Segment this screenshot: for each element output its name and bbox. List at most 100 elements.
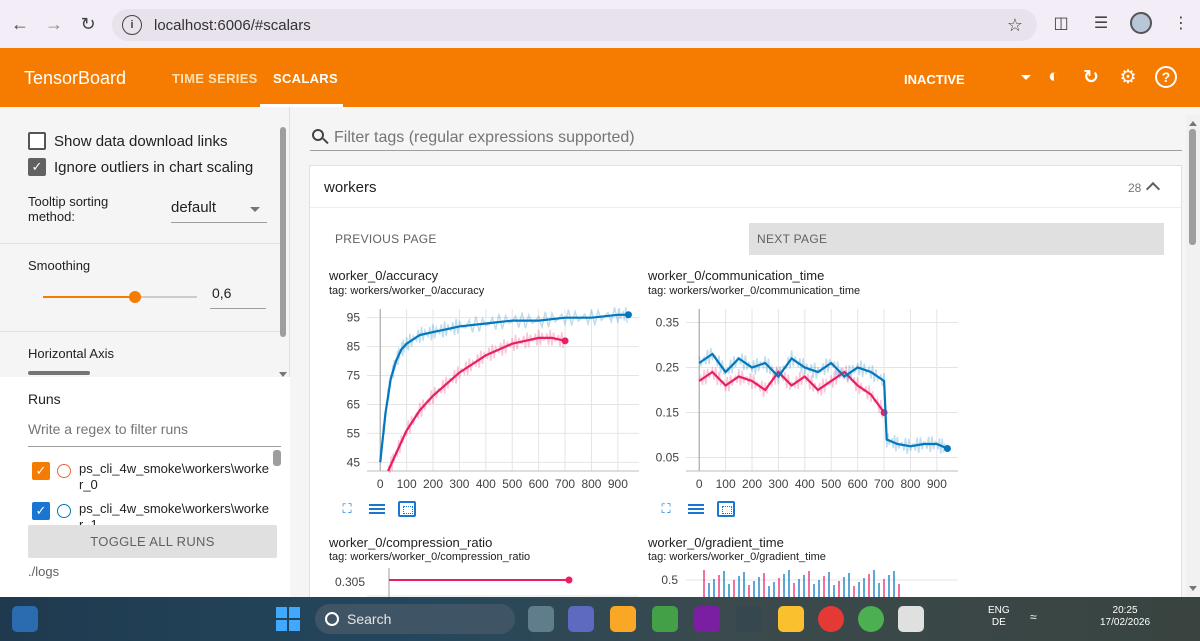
- tag-filter-placeholder[interactable]: Filter tags (regular expressions support…: [334, 129, 635, 147]
- logdir-label: ./logs: [28, 564, 60, 579]
- fit-domain-icon[interactable]: [398, 501, 416, 517]
- extensions-icon[interactable]: ◫: [1050, 12, 1072, 34]
- tooltip-sorting-value[interactable]: default: [171, 199, 216, 216]
- address-bar[interactable]: i localhost:6006/#scalars ☆: [112, 9, 1037, 41]
- taskbar-search[interactable]: Search: [315, 604, 515, 634]
- tooltip-sorting-select[interactable]: default: [171, 199, 267, 223]
- windows-start-icon[interactable]: [276, 607, 300, 631]
- tag-group-card: workers 28 PREVIOUS PAGE NEXT PAGE worke…: [309, 165, 1182, 608]
- show-download-links-row[interactable]: Show data download links: [28, 132, 227, 150]
- communication-time-chart[interactable]: 0 100 200 300 400 500 600 700 800 900 0.35 0.25 0.15…: [648, 301, 968, 501]
- sticky-notes-icon[interactable]: [778, 606, 804, 632]
- scrollbar-thumb[interactable]: [280, 127, 286, 337]
- x-tick-label: 400: [795, 477, 815, 491]
- runs-filter-placeholder[interactable]: Write a regex to filter runs: [28, 421, 188, 437]
- sidebar-scrollbar[interactable]: [279, 117, 287, 377]
- refresh-icon[interactable]: ↻: [1080, 66, 1102, 88]
- runs-scrollbar-thumb[interactable]: [273, 450, 281, 466]
- accuracy-chart[interactable]: 0 100 200 300 400 500 600 700 800 900 45 55 65 75 85 95: [329, 301, 649, 501]
- clock[interactable]: 20:25 17/02/2026: [1100, 605, 1150, 629]
- language-indicator[interactable]: ENG DE: [988, 605, 1010, 629]
- ignore-outliers-checkbox[interactable]: ✓: [28, 158, 46, 176]
- main-scrollbar[interactable]: [1186, 115, 1200, 597]
- media-controls-icon[interactable]: ☰: [1090, 12, 1112, 34]
- snipping-tool-icon[interactable]: [898, 606, 924, 632]
- smoothing-slider-thumb[interactable]: [129, 291, 142, 303]
- profile-avatar[interactable]: [1130, 12, 1152, 34]
- theme-toggle-icon[interactable]: ◐: [1043, 66, 1065, 88]
- site-info-icon[interactable]: i: [122, 15, 142, 35]
- smoothing-slider[interactable]: [43, 291, 197, 303]
- music-icon[interactable]: [818, 606, 844, 632]
- x-tick-label: 400: [476, 477, 496, 491]
- run-checkbox[interactable]: ✓: [32, 502, 50, 520]
- menu-dots-icon[interactable]: ⋮: [1170, 12, 1192, 34]
- ignore-outliers-label[interactable]: Ignore outliers in chart scaling: [54, 159, 253, 176]
- x-tick-label: 900: [608, 477, 628, 491]
- y-tick-label: 75: [347, 369, 361, 383]
- brave-icon[interactable]: [694, 606, 720, 632]
- chart-toolbar: ⛶: [657, 501, 735, 517]
- tab-scalars[interactable]: SCALARS: [273, 71, 338, 86]
- toggle-log-scale-icon[interactable]: [368, 501, 386, 517]
- task-view-icon[interactable]: [528, 606, 554, 632]
- horizontal-axis-toggle[interactable]: [28, 371, 90, 375]
- scroll-down-icon[interactable]: [1189, 586, 1197, 591]
- x-tick-label: 800: [900, 477, 920, 491]
- help-icon[interactable]: ?: [1155, 66, 1177, 88]
- smoothing-input[interactable]: 0,6: [210, 285, 266, 309]
- forward-arrow-icon[interactable]: →: [40, 10, 68, 38]
- tag-group-header[interactable]: workers 28: [310, 166, 1181, 208]
- file-explorer-icon[interactable]: [610, 606, 636, 632]
- x-tick-label: 300: [768, 477, 788, 491]
- wifi-icon[interactable]: ≈: [1030, 611, 1037, 623]
- tab-time-series[interactable]: TIME SERIES: [172, 71, 258, 86]
- reload-icon[interactable]: ↻: [74, 10, 102, 38]
- series-raw-line: [379, 307, 628, 461]
- meet-icon[interactable]: [568, 606, 594, 632]
- chrome-icon[interactable]: [858, 606, 884, 632]
- widgets-icon[interactable]: [12, 606, 38, 632]
- tag-group-count: 28: [1128, 181, 1142, 195]
- runs-filter-input[interactable]: Write a regex to filter runs: [28, 421, 281, 447]
- run-item-worker-0[interactable]: ✓ ps_cli_4w_smoke\workers\worker_0: [32, 461, 282, 498]
- fullscreen-icon[interactable]: ⛶: [338, 501, 356, 517]
- ignore-outliers-row[interactable]: ✓ Ignore outliers in chart scaling: [28, 158, 253, 176]
- store-icon[interactable]: [652, 606, 678, 632]
- y-tick-label: 0.35: [656, 316, 680, 330]
- plugin-select[interactable]: INACTIVE: [904, 72, 965, 87]
- scroll-up-icon[interactable]: [1189, 121, 1197, 126]
- chevron-down-icon[interactable]: [250, 207, 260, 212]
- chart-title: worker_0/accuracy: [329, 268, 439, 283]
- next-page-button[interactable]: NEXT PAGE: [749, 223, 1164, 255]
- show-download-links-checkbox[interactable]: [28, 132, 46, 150]
- url-text[interactable]: localhost:6006/#scalars: [154, 17, 311, 34]
- run-name: ps_cli_4w_smoke\workers\worker_0: [79, 461, 270, 492]
- app-a-icon[interactable]: [736, 606, 762, 632]
- settings-gear-icon[interactable]: ⚙: [1117, 66, 1139, 88]
- back-arrow-icon[interactable]: ←: [6, 10, 34, 38]
- scrollbar-thumb[interactable]: [1189, 129, 1196, 245]
- toggle-log-scale-icon[interactable]: [687, 501, 705, 517]
- toggle-all-runs-button[interactable]: TOGGLE ALL RUNS: [28, 525, 277, 558]
- series-end-point: [561, 337, 569, 345]
- browser-toolbar: ← → ↻ i localhost:6006/#scalars ☆ ◫ ☰ ⋮: [0, 0, 1200, 48]
- fit-domain-icon[interactable]: [717, 501, 735, 517]
- x-tick-label: 700: [555, 477, 575, 491]
- run-color-circle[interactable]: [57, 504, 71, 518]
- taskbar-search-label[interactable]: Search: [347, 611, 391, 627]
- chart-tag: tag: workers/worker_0/compression_ratio: [329, 551, 531, 563]
- chevron-up-icon[interactable]: [1145, 181, 1161, 197]
- fullscreen-icon[interactable]: ⛶: [657, 501, 675, 517]
- show-download-links-label[interactable]: Show data download links: [54, 133, 227, 150]
- run-color-circle[interactable]: [57, 464, 71, 478]
- previous-page-button[interactable]: PREVIOUS PAGE: [327, 223, 487, 255]
- x-tick-label: 500: [821, 477, 841, 491]
- tag-group-name[interactable]: workers: [324, 179, 377, 196]
- chevron-down-icon[interactable]: [1021, 75, 1031, 80]
- tag-filter-input[interactable]: Filter tags (regular expressions support…: [310, 125, 1182, 151]
- series-end-point: [943, 445, 951, 452]
- run-checkbox[interactable]: ✓: [32, 462, 50, 480]
- bookmark-star-icon[interactable]: ☆: [1007, 15, 1023, 36]
- divider: [0, 243, 280, 244]
